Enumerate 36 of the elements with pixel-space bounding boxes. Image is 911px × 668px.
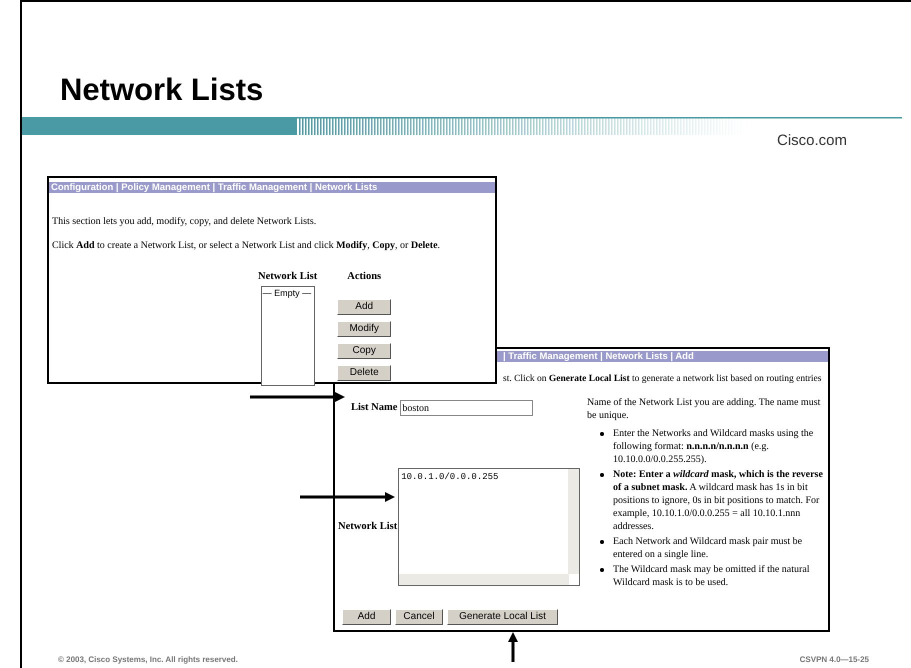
network-list-textarea[interactable]: 10.0.1.0/0.0.0.255 <box>398 468 580 586</box>
brand-text: Cisco.com <box>777 131 848 151</box>
form-button[interactable]: Delete <box>337 364 392 381</box>
vertical-scrollbar[interactable] <box>568 469 580 574</box>
intro-text: st. Click on Generate Local List to generate a network list based on routing entries <box>503 373 822 386</box>
form-button[interactable]: Add <box>337 298 392 315</box>
instruction-text: Click Add to create a Network List, or select a Network List and click Modify, Copy, or Delete. <box>51 239 442 253</box>
field-label: Network List <box>338 520 398 534</box>
bullet-icon <box>600 473 604 478</box>
form-button[interactable]: Add <box>342 609 391 625</box>
network-listbox[interactable]: — Empty — <box>260 286 315 386</box>
textarea-value: 10.0.1.0/0.0.0.255 <box>401 471 498 484</box>
bullet-icon <box>600 568 604 572</box>
form-button[interactable]: Copy <box>337 342 392 359</box>
help-text: Name of the Network List you are adding. The name must be unique. <box>587 396 822 422</box>
horizontal-scrollbar[interactable] <box>399 574 570 586</box>
help-bullet-text: Note: Enter a wildcard mask, which is the reverse of a subnet mask. A wildcard mask has 1s in bit positions to ignore, 0s in bit positions to match. For example, 10.10.1.0/0.0.0.255 = all 10.10.1.nnn addresses. <box>613 469 823 532</box>
description-text: This section lets you add, modify, copy, and delete Network Lists. <box>51 215 318 229</box>
copyright-text: © 2003, Cisco Systems, Inc. All rights reserved. <box>58 654 238 666</box>
list-name-field[interactable]: boston <box>400 400 534 416</box>
help-bullet-text: Enter the Networks and Wildcard masks using the following format: n.n.n.n/n.n.n.n (e.g. 10.10.0.0/0.0.255.255). <box>613 428 814 466</box>
course-code-text: CSVPN 4.0—15-25 <box>800 654 869 666</box>
help-bullet-text: Each Network and Wildcard mask pair must be entered on a single line. <box>613 536 802 560</box>
form-button[interactable]: Cancel <box>395 609 443 625</box>
form-button[interactable]: Generate Local List <box>447 609 558 625</box>
field-label: List Name <box>351 401 398 416</box>
help-bullet-text: The Wildcard mask may be omitted if the natural Wildcard mask is to be used. <box>613 564 810 588</box>
column-heading: Network List <box>258 270 318 284</box>
breadcrumb-bar: Configuration | Policy Management | Traffic Management | Network Lists <box>49 182 495 193</box>
bullet-icon <box>600 432 604 436</box>
form-button[interactable]: Modify <box>337 320 392 337</box>
slide-title: Network Lists <box>60 74 264 105</box>
column-heading: Actions <box>347 270 382 284</box>
listbox-item[interactable]: — Empty — <box>262 286 314 300</box>
bullet-icon <box>600 540 604 544</box>
breadcrumb-text: | Traffic Management | Network Lists | Add <box>503 351 694 362</box>
